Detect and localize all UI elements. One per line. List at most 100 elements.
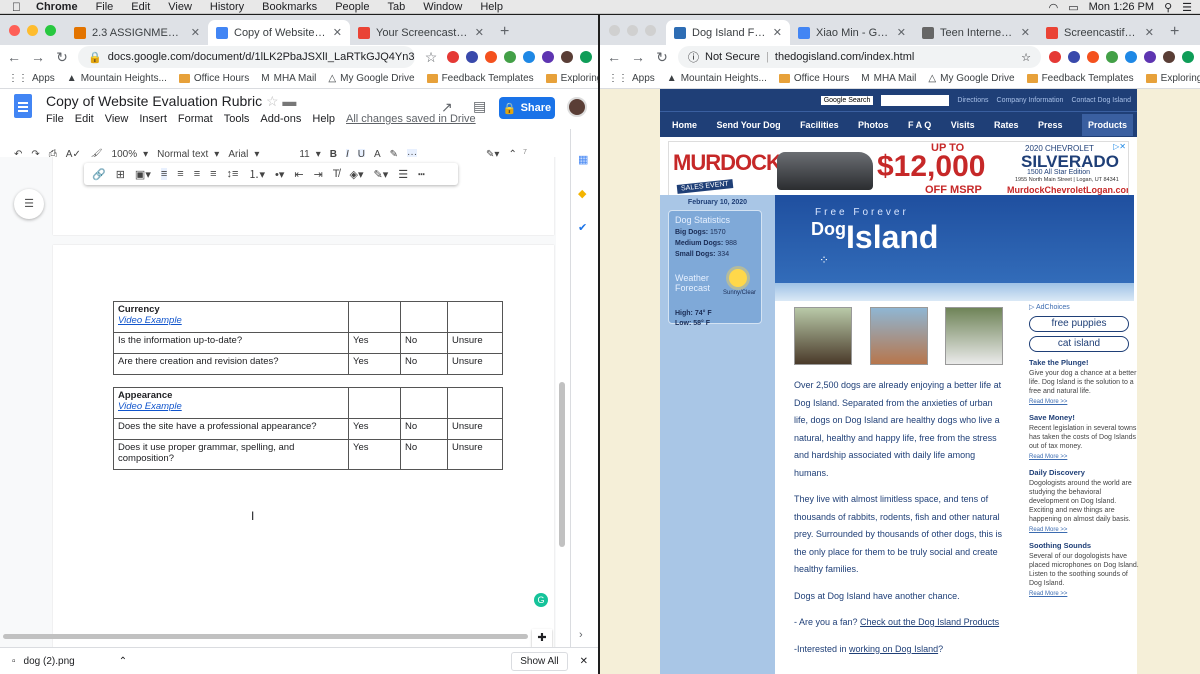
docs-menu-tools[interactable]: Tools (224, 113, 250, 125)
tab-close-icon[interactable]: ✕ (475, 26, 484, 39)
tab-google-search[interactable]: Xiao Min - Google Searc ✕ (790, 20, 914, 45)
tab-close-icon[interactable]: ✕ (1021, 26, 1030, 39)
google-docs-icon[interactable] (14, 94, 32, 118)
menu-help[interactable]: Help (471, 1, 512, 13)
explore-icon[interactable]: ✚ (532, 629, 552, 647)
yes-cell[interactable]: Yes (348, 418, 401, 440)
docs-menu-edit[interactable]: Edit (75, 113, 94, 125)
table-cell[interactable] (400, 301, 448, 333)
no-cell[interactable]: No (400, 353, 448, 375)
border-color-icon[interactable]: ✎▾ (374, 168, 389, 181)
forward-icon[interactable]: → (30, 49, 46, 65)
update-icon[interactable] (580, 51, 592, 63)
no-cell[interactable]: No (400, 332, 448, 354)
maximize-window-button[interactable] (45, 24, 56, 36)
link-icon[interactable]: 🔗 (92, 168, 106, 181)
horizontal-scrollbar[interactable] (3, 634, 528, 639)
table-cell[interactable] (447, 387, 503, 419)
table-cell[interactable] (348, 387, 401, 419)
back-icon[interactable]: ← (6, 49, 22, 65)
table-cell[interactable]: Currency Video Example (113, 301, 349, 333)
apple-icon[interactable]:  (0, 0, 27, 14)
unsure-cell[interactable]: Unsure (447, 418, 503, 440)
docs-menu-addons[interactable]: Add-ons (260, 113, 301, 125)
download-filename[interactable]: dog (2).png (24, 656, 75, 667)
table-cell[interactable] (400, 387, 448, 419)
read-more-link[interactable]: Read More >> (1029, 398, 1139, 407)
table-cell[interactable] (348, 301, 401, 333)
docs-menu-format[interactable]: Format (178, 113, 213, 125)
company-info-link[interactable]: Company Information (997, 97, 1064, 104)
bookmark-mha-mail[interactable]: M MHA Mail (261, 73, 316, 84)
expand-panel-icon[interactable]: › (579, 629, 583, 641)
save-status[interactable]: All changes saved in Drive (346, 113, 476, 125)
menu-app-name[interactable]: Chrome (27, 1, 87, 13)
menu-history[interactable]: History (201, 1, 253, 13)
menu-view[interactable]: View (159, 1, 201, 13)
account-avatar[interactable] (567, 97, 587, 117)
share-button[interactable]: 🔒 Share (499, 97, 555, 119)
reload-icon[interactable]: ↻ (54, 49, 70, 66)
document-outline-icon[interactable]: ☰ (14, 189, 44, 219)
adchoices[interactable]: ▷ AdChoices (1029, 303, 1139, 312)
clear-formatting-icon[interactable]: T̸ (333, 168, 340, 180)
bookmark-star-icon[interactable]: ☆ (423, 49, 439, 66)
yes-cell[interactable]: Yes (348, 353, 401, 375)
minimize-window-button[interactable] (627, 24, 638, 36)
numbered-list-icon[interactable]: ⒈▾ (248, 166, 265, 182)
document-canvas[interactable]: Currency Video Example Is the information… (0, 157, 570, 647)
bookmark-mountain-heights[interactable]: ▲ Mountain Heights... (67, 73, 167, 84)
bookmark-google-drive[interactable]: △ My Google Drive (928, 73, 1014, 84)
google-search-button[interactable]: Google Search (820, 95, 874, 105)
nav-products[interactable]: Products (1081, 113, 1133, 136)
bulleted-list-icon[interactable]: •▾ (275, 168, 284, 181)
nav-faq[interactable]: F A Q (908, 120, 931, 130)
tab-close-icon[interactable]: ✕ (191, 26, 200, 39)
wifi-icon[interactable]: ◠ (1049, 1, 1059, 14)
directions-link[interactable]: Directions (957, 97, 988, 104)
document-title[interactable]: Copy of Website Evaluation Rubric ☆ ▬ (46, 93, 296, 110)
tab-close-icon[interactable]: ✕ (773, 26, 782, 39)
tasks-icon[interactable]: ✔ (578, 221, 587, 234)
extension-icon[interactable] (542, 51, 554, 63)
align-center-icon[interactable]: ≡ (177, 168, 183, 180)
menu-people[interactable]: People (326, 1, 378, 13)
docs-menu-file[interactable]: File (46, 113, 64, 125)
docs-menu-view[interactable]: View (105, 113, 129, 125)
vertical-scrollbar[interactable] (556, 157, 570, 647)
tab-close-icon[interactable]: ✕ (333, 26, 342, 39)
products-link[interactable]: Check out the Dog Island Products (860, 617, 999, 627)
forward-icon[interactable]: → (630, 49, 646, 65)
align-left-icon[interactable]: ≡ (160, 168, 168, 180)
nav-home[interactable]: Home (672, 120, 697, 130)
decrease-indent-icon[interactable]: ⇤ (294, 168, 303, 181)
keep-icon[interactable]: ◆ (578, 187, 586, 200)
folder-move-icon[interactable]: ▬ (282, 93, 296, 109)
maximize-window-button[interactable] (645, 24, 656, 36)
read-more-link[interactable]: Read More >> (1029, 590, 1139, 599)
activity-trend-icon[interactable]: ↗ (441, 99, 453, 116)
docs-menu-insert[interactable]: Insert (139, 113, 167, 125)
menu-tab[interactable]: Tab (378, 1, 414, 13)
spotlight-search-icon[interactable]: ⚲ (1164, 1, 1172, 14)
table-cell[interactable]: Appearance Video Example (113, 387, 349, 419)
no-cell[interactable]: No (400, 418, 448, 440)
banner-ad[interactable]: MURDOCK SALES EVENT UP TO $12,000 OFF MS… (668, 141, 1129, 199)
extension-icon[interactable] (485, 51, 497, 63)
ad-close-icon[interactable]: ▷✕ (1113, 142, 1126, 151)
insert-image-icon[interactable]: ▣▾ (135, 168, 151, 181)
bookmark-mha-mail[interactable]: M MHA Mail (861, 73, 916, 84)
table-cell[interactable] (447, 301, 503, 333)
tab-close-icon[interactable]: ✕ (897, 26, 906, 39)
update-icon[interactable] (1182, 51, 1194, 63)
bookmark-mountain-heights[interactable]: ▲ Mountain Heights... (667, 73, 767, 84)
nav-press[interactable]: Press (1038, 120, 1063, 130)
tab-screencasts[interactable]: Your Screencasts - Screencastif ✕ (350, 20, 492, 45)
tab-assignment[interactable]: 2.3 ASSIGNMENT: Website Eval ✕ (66, 20, 208, 45)
contact-link[interactable]: Contact Dog Island (1071, 97, 1131, 104)
add-comment-icon[interactable]: ⊞ (116, 168, 125, 181)
yes-cell[interactable]: Yes (348, 332, 401, 354)
new-tab-button[interactable]: + (492, 23, 517, 45)
extension-icon[interactable] (1106, 51, 1118, 63)
question-cell[interactable]: Is the information up-to-date? (113, 332, 349, 354)
